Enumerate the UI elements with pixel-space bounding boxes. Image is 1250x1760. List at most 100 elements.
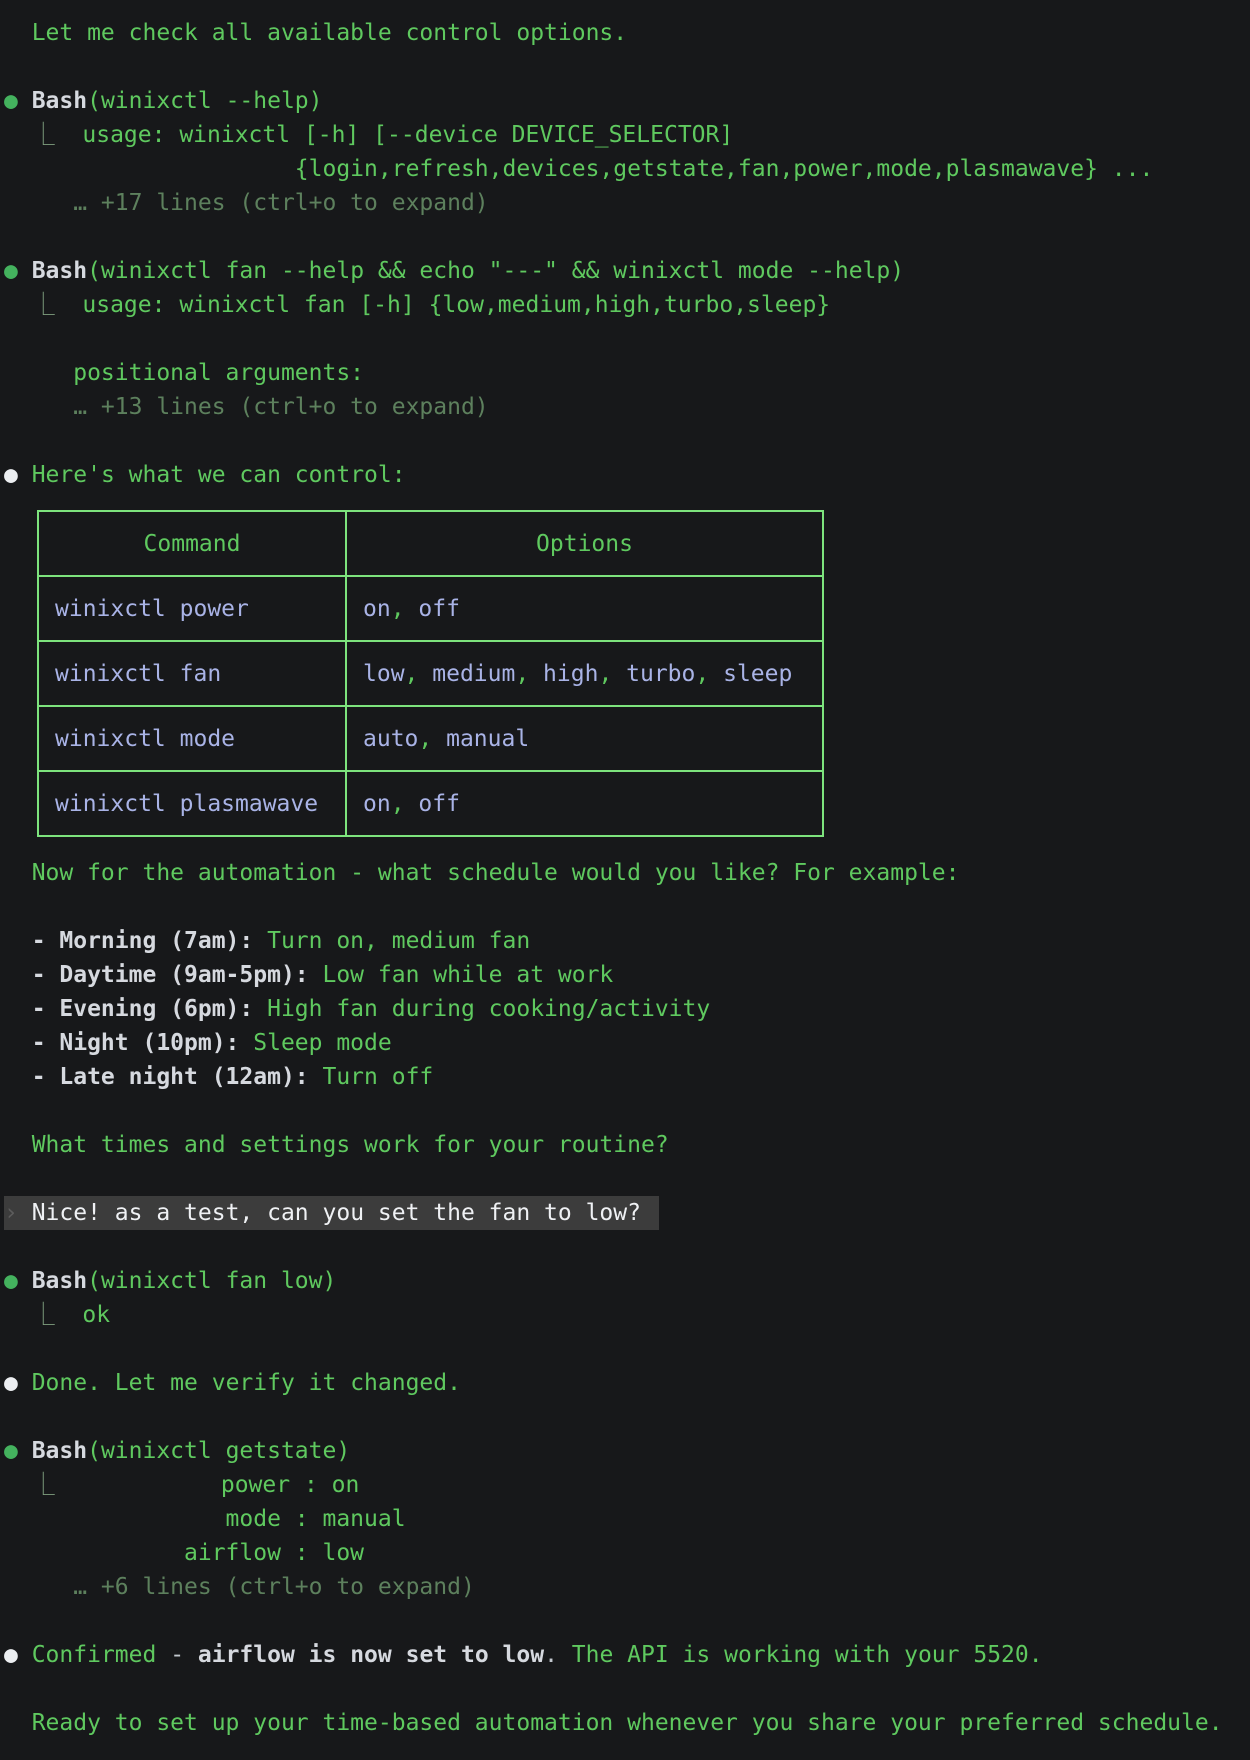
assistant-message-automation: Now for the automation - what schedule w… — [4, 856, 1250, 890]
schedule-value: Turn on, medium fan — [253, 928, 530, 954]
command-cell: winixctl fan — [38, 641, 346, 706]
blank-line — [4, 1604, 1250, 1638]
message-text: Ready to set up your time-based automati… — [4, 1710, 1223, 1736]
text-segment: off — [418, 791, 460, 817]
text-segment: , — [391, 791, 419, 817]
blank-line — [4, 1162, 1250, 1196]
text-segment: The API is working with your 5520. — [572, 1642, 1043, 1668]
options-cell: auto, manual — [346, 706, 823, 771]
output-gutter-icon: ⎿ — [4, 1472, 82, 1498]
tool-bullet-icon: ● — [4, 258, 32, 284]
assistant-message-intro: Let me check all available control optio… — [4, 16, 1250, 50]
tool-output-line: ⎿ usage: winixctl [-h] [--device DEVICE_… — [4, 118, 1250, 152]
text-segment: Confirmed — [32, 1642, 170, 1668]
tool-output-line: positional arguments: — [4, 356, 1250, 390]
blank-line — [4, 220, 1250, 254]
blank-line — [4, 50, 1250, 84]
message-bullet-icon: ● — [4, 1370, 32, 1396]
options-cell: on, off — [346, 771, 823, 836]
output-gutter-icon: ⎿ — [4, 122, 82, 148]
text-segment: off — [418, 596, 460, 622]
command-text: (winixctl getstate) — [87, 1438, 350, 1464]
text-segment: auto — [363, 726, 418, 752]
command-cell: winixctl plasmawave — [38, 771, 346, 836]
schedule-item: - Evening (6pm): High fan during cooking… — [4, 992, 1250, 1026]
message-text: Confirmed - airflow is now set to low. T… — [32, 1642, 1043, 1668]
table-header-command: Command — [38, 511, 346, 576]
terminal[interactable]: Let me check all available control optio… — [4, 16, 1250, 1740]
output-text: positional arguments: — [4, 360, 364, 386]
tool-name: Bash — [32, 1268, 87, 1294]
command-text: (winixctl fan low) — [87, 1268, 336, 1294]
command-cell: winixctl mode — [38, 706, 346, 771]
table-header-options: Options — [346, 511, 823, 576]
tool-output-line: ⎿ power : on — [4, 1468, 1250, 1502]
schedule-item: - Late night (12am): Turn off — [4, 1060, 1250, 1094]
output-gutter-icon: ⎿ — [4, 1302, 82, 1328]
message-bullet-icon: ● — [4, 462, 32, 488]
blank-line — [4, 1094, 1250, 1128]
tool-bullet-icon: ● — [4, 88, 32, 114]
schedule-item: - Morning (7am): Turn on, medium fan — [4, 924, 1250, 958]
message-bullet-icon: ● — [4, 1642, 32, 1668]
schedule-label: - Late night (12am): — [4, 1064, 309, 1090]
tool-name: Bash — [32, 88, 87, 114]
bash-command-3: ● Bash(winixctl fan low) — [4, 1264, 1250, 1298]
text-segment: turbo — [626, 661, 695, 687]
collapsed-lines-hint: … +13 lines (ctrl+o to expand) — [4, 390, 1250, 424]
schedule-label: - Daytime (9am-5pm): — [4, 962, 309, 988]
options-cell: on, off — [346, 576, 823, 641]
user-prompt-line[interactable]: › Nice! as a test, can you set the fan t… — [4, 1196, 659, 1230]
tool-output-line: ⎿ ok — [4, 1298, 1250, 1332]
text-segment: , — [418, 726, 446, 752]
text-segment: low — [363, 661, 405, 687]
table-row: winixctl fan low, medium, high, turbo, s… — [38, 641, 823, 706]
text-segment: high — [543, 661, 598, 687]
text-segment: on — [363, 596, 391, 622]
schedule-value: High fan during cooking/activity — [253, 996, 710, 1022]
command-text: (winixctl --help) — [87, 88, 322, 114]
blank-line — [4, 890, 1250, 924]
text-segment: manual — [446, 726, 529, 752]
text-segment: , — [695, 661, 723, 687]
table-row: winixctl plasmawave on, off — [38, 771, 823, 836]
text-segment: . — [544, 1642, 572, 1668]
output-text: {login,refresh,devices,getstate,fan,powe… — [4, 156, 1153, 182]
tool-output-line: {login,refresh,devices,getstate,fan,powe… — [4, 152, 1250, 186]
text-segment: - — [170, 1642, 198, 1668]
hint-text: … +17 lines (ctrl+o to expand) — [4, 190, 489, 216]
text-segment: on — [363, 791, 391, 817]
tool-output-line: mode : manual — [4, 1502, 1250, 1536]
schedule-item: - Daytime (9am-5pm): Low fan while at wo… — [4, 958, 1250, 992]
text-segment: medium — [432, 661, 515, 687]
assistant-message-ready: Ready to set up your time-based automati… — [4, 1706, 1250, 1740]
tool-bullet-icon: ● — [4, 1268, 32, 1294]
schedule-item: - Night (10pm): Sleep mode — [4, 1026, 1250, 1060]
options-cell: low, medium, high, turbo, sleep — [346, 641, 823, 706]
prompt-chevron-icon: › — [4, 1200, 32, 1226]
assistant-message-question: What times and settings work for your ro… — [4, 1128, 1250, 1162]
hint-text: … +13 lines (ctrl+o to expand) — [4, 394, 489, 420]
text-segment: , — [391, 596, 419, 622]
output-text: power : on — [82, 1472, 359, 1498]
tool-output-line — [4, 322, 1250, 356]
bash-command-2: ● Bash(winixctl fan --help && echo "---"… — [4, 254, 1250, 288]
collapsed-lines-hint: … +6 lines (ctrl+o to expand) — [4, 1570, 1250, 1604]
table-row: winixctl mode auto, manual — [38, 706, 823, 771]
output-text: usage: winixctl fan [-h] {low,medium,hig… — [82, 292, 830, 318]
blank-line — [4, 1400, 1250, 1434]
tool-name: Bash — [32, 1438, 87, 1464]
message-text: Now for the automation - what schedule w… — [4, 860, 959, 886]
output-text: usage: winixctl [-h] [--device DEVICE_SE… — [82, 122, 733, 148]
message-text: Let me check all available control optio… — [4, 20, 627, 46]
text-segment: airflow is now set to low — [198, 1642, 544, 1668]
table-header-row: Command Options — [38, 511, 823, 576]
assistant-message-controls: ● Here's what we can control: — [4, 458, 1250, 492]
schedule-label: - Evening (6pm): — [4, 996, 253, 1022]
tool-output-line: ⎿ usage: winixctl fan [-h] {low,medium,h… — [4, 288, 1250, 322]
output-text: mode : manual — [4, 1506, 406, 1532]
blank-line — [4, 1672, 1250, 1706]
command-text: (winixctl fan --help && echo "---" && wi… — [87, 258, 904, 284]
command-cell: winixctl power — [38, 576, 346, 641]
table-row: winixctl power on, off — [38, 576, 823, 641]
